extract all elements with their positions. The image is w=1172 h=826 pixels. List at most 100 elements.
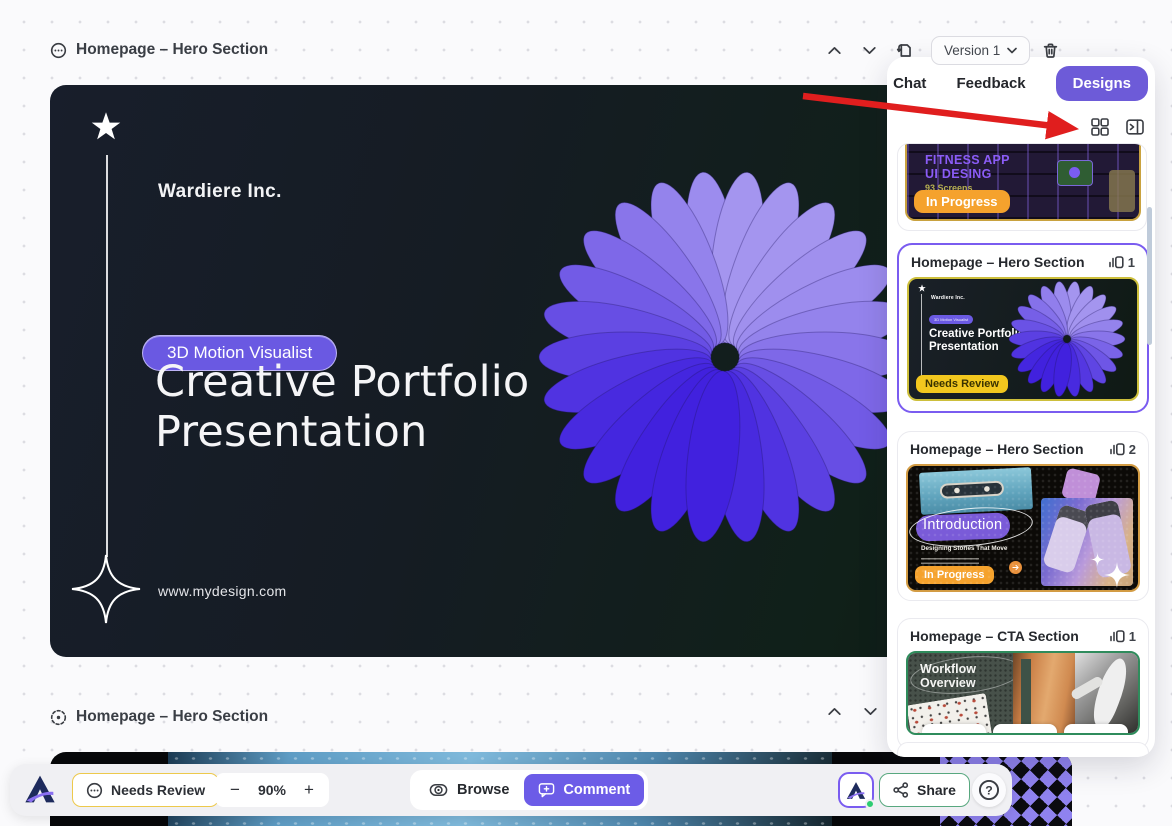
- tab-feedback[interactable]: Feedback: [956, 75, 1025, 92]
- cassette-window: [940, 481, 1005, 499]
- collapse-up-button[interactable]: [826, 703, 843, 720]
- card-title: Homepage – Hero Section: [911, 254, 1085, 270]
- status-review-button[interactable]: Needs Review: [72, 773, 219, 807]
- delete-button[interactable]: [1042, 42, 1059, 59]
- version-dropdown[interactable]: Version 1: [931, 36, 1030, 65]
- play-icon: [1069, 167, 1080, 178]
- tab-designs[interactable]: Designs: [1056, 66, 1148, 101]
- star-icon: [91, 112, 121, 140]
- sparkle-icon: [1104, 562, 1130, 588]
- panel-scrollbar[interactable]: [1147, 207, 1152, 345]
- hero-title-line1: Creative Portfolio: [155, 357, 529, 407]
- card-thumbnail: Introduction Designing Stories That Move…: [906, 464, 1140, 592]
- thumbnail-screen: [1109, 170, 1135, 212]
- restore-version-icon[interactable]: [896, 42, 913, 59]
- arrow-circle-icon: [1009, 561, 1022, 574]
- thumbnail-title: FITNESS APP UI DESING: [925, 153, 1010, 181]
- design-card-partial[interactable]: [897, 742, 1149, 757]
- card-header: Homepage – Hero Section 1: [899, 245, 1147, 275]
- avatar-logo: [846, 781, 866, 800]
- card-header: Homepage – Hero Section 2: [898, 432, 1148, 462]
- tab-chat[interactable]: Chat: [893, 75, 926, 92]
- brand-name: Wardiere Inc.: [931, 295, 965, 301]
- collapse-down-button[interactable]: [861, 42, 878, 59]
- designs-panel: Chat Feedback Designs FITNESS APP UI DES…: [887, 57, 1155, 757]
- card-thumbnail: Workflow Overview: [906, 651, 1140, 735]
- design-card-hero-1[interactable]: Homepage – Hero Section 1 Wardiere Inc. …: [897, 243, 1149, 413]
- bottom-toolbar: Needs Review − 90% + Browse Comment Shar…: [10, 764, 1012, 816]
- design-card-hero-2[interactable]: Homepage – Hero Section 2 Introduction D…: [897, 431, 1149, 601]
- status-badge: In Progress: [914, 190, 1010, 213]
- app-window: Homepage – Hero Section Version 1 Wardie…: [0, 0, 1172, 826]
- dashed-circle-icon: [50, 709, 67, 726]
- browse-button[interactable]: Browse: [414, 774, 524, 806]
- card-thumbnail: FITNESS APP UI DESING 93 Screens In Prog…: [905, 144, 1141, 221]
- card-count: 1: [1109, 629, 1136, 644]
- share-button[interactable]: Share: [879, 773, 970, 807]
- collapse-down-button[interactable]: [862, 703, 879, 720]
- chevron-down-icon: [1007, 47, 1017, 54]
- thumbnail-card-shape: [1064, 724, 1128, 735]
- section2-controls: [826, 703, 879, 720]
- screens-count-icon: [1109, 442, 1125, 456]
- thumbnail-headline: Introduction: [923, 517, 1002, 533]
- thumbnail-headline: Workflow Overview: [920, 662, 976, 690]
- website-url: www.mydesign.com: [158, 583, 287, 599]
- thumbnail-tagline: Designing Stories That Move: [921, 545, 1007, 552]
- hero-title: Creative Portfolio Presentation: [155, 357, 529, 457]
- workflow-panel: Workflow Overview: [908, 653, 1013, 733]
- status-label: Needs Review: [111, 782, 205, 798]
- section-header-1: Homepage – Hero Section: [50, 41, 268, 59]
- comment-ellipsis-icon: [50, 42, 67, 59]
- grid-view-icon[interactable]: [1091, 118, 1109, 136]
- comment-button[interactable]: Comment: [524, 774, 644, 806]
- zoom-controls: − 90% +: [215, 773, 329, 807]
- zoom-level: 90%: [250, 782, 294, 798]
- door-image: [1013, 653, 1075, 733]
- user-avatar[interactable]: [838, 772, 874, 808]
- screens-count-icon: [1108, 255, 1124, 269]
- person-shape: [1085, 655, 1134, 731]
- card-thumbnail: Wardiere Inc. 3D Motion Visualist Creati…: [907, 277, 1139, 401]
- screens-count-icon: [1109, 629, 1125, 643]
- sparkle-icon: [1091, 553, 1104, 566]
- thumbnail-card-shape: [922, 724, 986, 735]
- share-icon: [893, 782, 909, 798]
- role-badge: 3D Motion Visualist: [929, 315, 973, 324]
- zoom-out-button[interactable]: −: [220, 780, 250, 800]
- vertical-line: [106, 155, 108, 557]
- hero-title-line2: Presentation: [155, 407, 529, 457]
- status-badge: Needs Review: [916, 375, 1008, 393]
- browse-icon: [429, 782, 448, 798]
- collapse-panel-icon[interactable]: [1126, 118, 1144, 136]
- app-logo: [24, 774, 56, 804]
- panel-view-controls: [1091, 118, 1144, 136]
- star-icon: [918, 284, 926, 292]
- card-count: 2: [1109, 442, 1136, 457]
- help-glyph: ?: [985, 784, 993, 798]
- help-button[interactable]: ?: [972, 773, 1006, 807]
- card-title: Homepage – Hero Section: [910, 441, 1084, 457]
- vertical-line: [921, 294, 922, 382]
- status-badge: In Progress: [915, 566, 994, 584]
- mode-controls: Browse Comment: [410, 770, 648, 810]
- card-count: 1: [1108, 255, 1135, 270]
- comment-plus-icon: [538, 782, 555, 798]
- card-header: Homepage – CTA Section 1: [898, 619, 1148, 649]
- version-label: Version 1: [944, 43, 1000, 58]
- collapse-up-button[interactable]: [826, 42, 843, 59]
- design-card-cta[interactable]: Homepage – CTA Section 1 Workflow Overvi…: [897, 618, 1149, 750]
- panel-tabs: Chat Feedback Designs: [893, 66, 1148, 101]
- section-header-2: Homepage – Hero Section: [50, 708, 268, 726]
- section-title: Homepage – Hero Section: [76, 708, 268, 726]
- card-title: Homepage – CTA Section: [910, 628, 1079, 644]
- comment-ellipsis-icon: [86, 782, 103, 799]
- header-controls: Version 1: [826, 36, 1077, 65]
- thumbnail-card-shape: [993, 724, 1057, 735]
- sparkle-icon: [70, 553, 142, 625]
- online-status-dot: [865, 799, 875, 809]
- brand-name: Wardiere Inc.: [158, 181, 282, 203]
- design-card-fitness[interactable]: FITNESS APP UI DESING 93 Screens In Prog…: [897, 143, 1147, 231]
- thumbnail-title: Creative Portfolio Presentation: [929, 328, 1025, 354]
- zoom-in-button[interactable]: +: [294, 780, 324, 800]
